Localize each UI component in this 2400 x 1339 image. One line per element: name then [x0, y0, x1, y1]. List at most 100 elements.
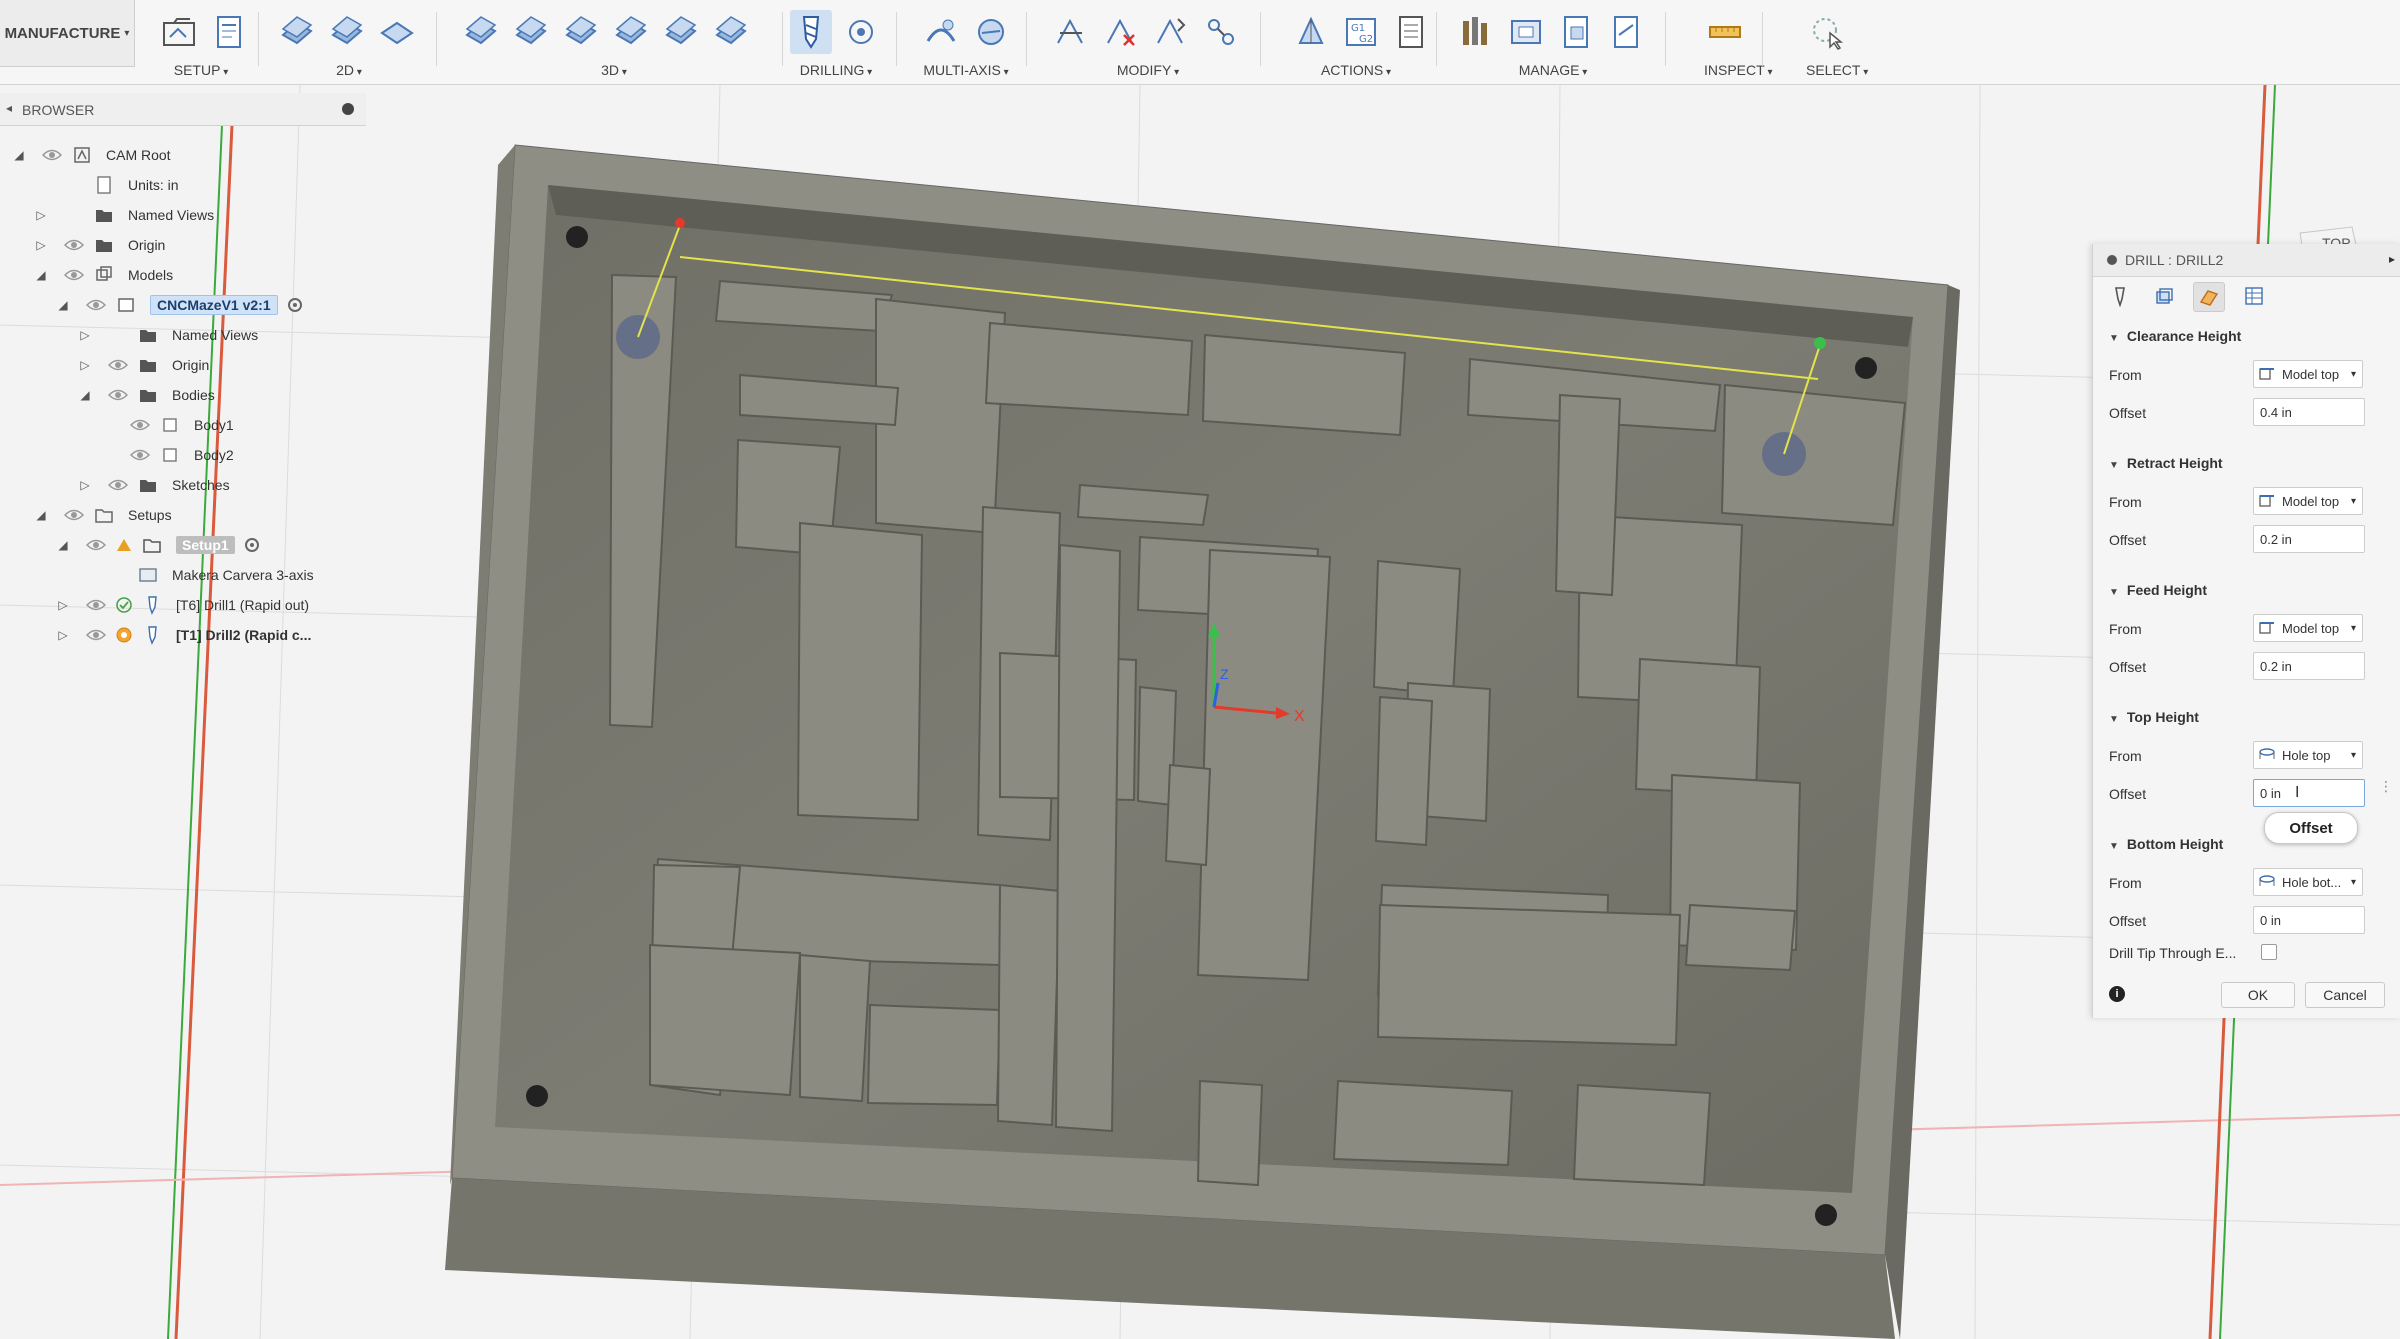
scallop-icon[interactable]: [660, 10, 702, 54]
section-retract-height[interactable]: Retract Height: [2109, 455, 2223, 471]
visibility-eye-icon[interactable]: [108, 478, 128, 492]
hole-recognition-icon[interactable]: [840, 10, 882, 54]
drill-tip-through-checkbox[interactable]: [2261, 944, 2277, 960]
tree-row[interactable]: ◢ CAM Root: [12, 140, 170, 170]
tree-row[interactable]: ◢ CNCMazeV1 v2:1: [56, 290, 302, 320]
tree-row[interactable]: Body2: [100, 440, 234, 470]
tree-row[interactable]: ▷ [T1] Drill2 (Rapid c...: [56, 620, 311, 650]
drill-icon[interactable]: [790, 10, 832, 54]
top-height-offset-input[interactable]: 0 in I: [2253, 779, 2365, 807]
more-options-icon[interactable]: ⋮: [2379, 779, 2393, 793]
tab-cycle[interactable]: [2239, 282, 2269, 310]
section-clearance-height[interactable]: Clearance Height: [2109, 328, 2241, 344]
visibility-eye-icon[interactable]: [64, 238, 84, 252]
workspace-switcher[interactable]: MANUFACTURE ▾: [0, 0, 135, 67]
collapsed-triangle-icon[interactable]: ▷: [34, 208, 48, 222]
multi-axis-contour-icon[interactable]: [970, 10, 1012, 54]
tab-heights[interactable]: [2193, 282, 2225, 312]
toolbar-group-label[interactable]: INSPECT: [1704, 62, 1765, 78]
setup-folder-icon[interactable]: [158, 10, 200, 54]
collapsed-triangle-icon[interactable]: ▷: [78, 358, 92, 372]
collapsed-triangle-icon[interactable]: ▷: [34, 238, 48, 252]
dialog-title-bar[interactable]: DRILL : DRILL2 ▸: [2093, 244, 2400, 277]
feed-height-from-dropdown[interactable]: Model top ▾: [2253, 614, 2363, 642]
tree-row[interactable]: Units: in: [34, 170, 179, 200]
delete-toolpath-icon[interactable]: [1100, 10, 1142, 54]
tree-row[interactable]: ▷ Named Views: [34, 200, 214, 230]
tab-tool[interactable]: [2105, 282, 2135, 310]
expanded-triangle-icon[interactable]: ◢: [12, 148, 26, 162]
toolbar-group-label[interactable]: SETUP: [158, 62, 244, 78]
tree-row[interactable]: Body1: [100, 410, 234, 440]
toolbar-group-label[interactable]: MODIFY: [1050, 62, 1246, 78]
setup-sheet-doc-icon[interactable]: [1390, 10, 1432, 54]
expanded-triangle-icon[interactable]: ◢: [34, 268, 48, 282]
info-icon[interactable]: i: [2109, 986, 2125, 1002]
tree-row[interactable]: ▷ Named Views: [78, 320, 258, 350]
simulate-icon[interactable]: [1290, 10, 1332, 54]
toolbar-group-label[interactable]: ACTIONS: [1290, 62, 1422, 78]
setup-sheet-icon[interactable]: [208, 10, 250, 54]
visibility-eye-icon[interactable]: [86, 298, 106, 312]
bottom-height-offset-input[interactable]: 0 in: [2253, 906, 2365, 934]
retract-height-from-dropdown[interactable]: Model top ▾: [2253, 487, 2363, 515]
steep-shallow-icon[interactable]: [560, 10, 602, 54]
toolbar-group-label[interactable]: MULTI-AXIS: [920, 62, 1012, 78]
expanded-triangle-icon[interactable]: ◢: [56, 298, 70, 312]
tree-row[interactable]: ◢ Setup1: [56, 530, 259, 560]
pattern-icon[interactable]: [1200, 10, 1242, 54]
visibility-eye-icon[interactable]: [130, 418, 150, 432]
expanded-triangle-icon[interactable]: ◢: [34, 508, 48, 522]
collapsed-triangle-icon[interactable]: ▷: [78, 328, 92, 342]
section-bottom-height[interactable]: Bottom Height: [2109, 836, 2223, 852]
toolbar-group-label[interactable]: MANAGE: [1455, 62, 1651, 78]
visibility-eye-icon[interactable]: [86, 538, 106, 552]
move-toolpath-icon[interactable]: [1150, 10, 1192, 54]
visibility-eye-icon[interactable]: [130, 448, 150, 462]
tree-row[interactable]: ◢ Setups: [34, 500, 171, 530]
expand-dialog-icon[interactable]: ▸: [2389, 252, 2395, 266]
tree-row[interactable]: Makera Carvera 3-axis: [78, 560, 314, 590]
activate-target-icon[interactable]: [287, 298, 302, 312]
section-feed-height[interactable]: Feed Height: [2109, 582, 2207, 598]
visibility-eye-icon[interactable]: [108, 358, 128, 372]
feed-height-offset-input[interactable]: 0.2 in: [2253, 652, 2365, 680]
3d-adaptive-icon[interactable]: [460, 10, 502, 54]
visibility-eye-icon[interactable]: [42, 148, 62, 162]
visibility-eye-icon[interactable]: [108, 388, 128, 402]
tree-row[interactable]: ◢ Models: [34, 260, 173, 290]
tree-row[interactable]: ▷ Origin: [78, 350, 209, 380]
tab-geometry[interactable]: [2149, 282, 2179, 310]
tree-row[interactable]: ▷ [T6] Drill1 (Rapid out): [56, 590, 309, 620]
toolbar-group-label[interactable]: 2D: [276, 62, 422, 78]
clearance-height-from-dropdown[interactable]: Model top ▾: [2253, 360, 2363, 388]
visibility-eye-icon[interactable]: [64, 268, 84, 282]
collapsed-triangle-icon[interactable]: ▷: [56, 628, 70, 642]
collapsed-triangle-icon[interactable]: ▷: [56, 598, 70, 612]
retract-height-offset-input[interactable]: 0.2 in: [2253, 525, 2365, 553]
post-library-icon[interactable]: [1605, 10, 1647, 54]
toolbar-group-label[interactable]: DRILLING: [790, 62, 882, 78]
expanded-triangle-icon[interactable]: ◢: [78, 388, 92, 402]
collapsed-triangle-icon[interactable]: ▷: [78, 478, 92, 492]
bottom-height-from-dropdown[interactable]: Hole bot... ▾: [2253, 868, 2363, 896]
visibility-eye-icon[interactable]: [64, 508, 84, 522]
template-library-icon[interactable]: [1555, 10, 1597, 54]
post-process-icon[interactable]: G1 G2: [1340, 10, 1382, 54]
toolpath-trim-icon[interactable]: [1050, 10, 1092, 54]
ok-button[interactable]: OK: [2221, 982, 2295, 1008]
tool-library-icon[interactable]: [1455, 10, 1497, 54]
tree-row[interactable]: ◢ Bodies: [78, 380, 214, 410]
2d-pocket-icon[interactable]: [326, 10, 368, 54]
tree-row[interactable]: ▷ Origin: [34, 230, 165, 260]
activate-target-icon[interactable]: [244, 538, 259, 552]
toolbar-group-label[interactable]: SELECT: [1806, 62, 1860, 78]
swarf-icon[interactable]: [920, 10, 962, 54]
contour-icon[interactable]: [610, 10, 652, 54]
top-height-from-dropdown[interactable]: Hole top ▾: [2253, 741, 2363, 769]
face-icon[interactable]: [376, 10, 418, 54]
visibility-eye-icon[interactable]: [86, 598, 106, 612]
parallel-icon[interactable]: [710, 10, 752, 54]
toolbar-group-label[interactable]: 3D: [460, 62, 768, 78]
select-icon[interactable]: [1806, 10, 1848, 54]
